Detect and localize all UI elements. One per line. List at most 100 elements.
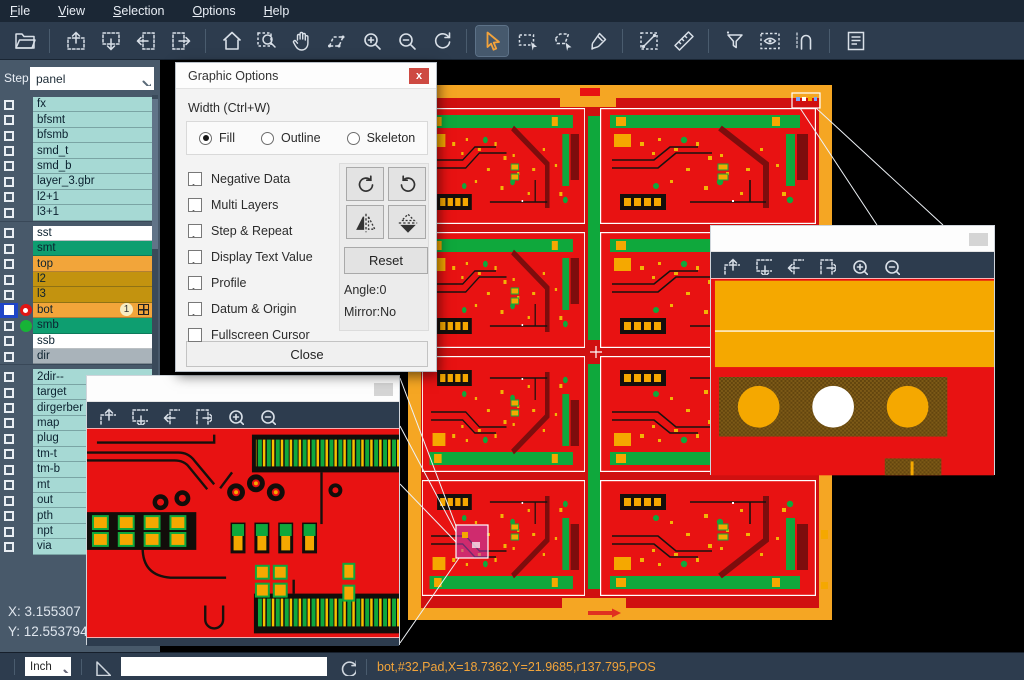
open-button[interactable] (8, 26, 40, 56)
pan-up-button[interactable] (721, 256, 740, 275)
layer-row-fx[interactable]: fx (0, 97, 152, 112)
layer-visibility-checkbox[interactable] (0, 205, 18, 220)
menu-item-help[interactable]: Help (264, 4, 290, 18)
layer-row-l3[interactable]: l3 (0, 287, 152, 302)
layer-visibility-checkbox[interactable] (0, 508, 18, 523)
layer-row-l3+1[interactable]: l3+1 (0, 205, 152, 220)
layer-visibility-checkbox[interactable] (0, 385, 18, 400)
layer-visibility-checkbox[interactable] (0, 159, 18, 174)
layer-name[interactable]: smb (33, 318, 152, 333)
zoom-out-button[interactable] (390, 26, 422, 56)
layer-name[interactable]: dir (33, 349, 152, 364)
zoom-window-pads[interactable] (710, 225, 995, 475)
pan-left-button[interactable] (785, 256, 804, 275)
pcb-zoom-view-pads[interactable] (711, 278, 994, 476)
layer-row-ssb[interactable]: ssb (0, 334, 152, 349)
pan-button[interactable] (285, 26, 317, 56)
rotate-cw-button[interactable] (346, 167, 384, 201)
select-button[interactable] (476, 26, 508, 56)
menu-item-file[interactable]: File (10, 4, 30, 18)
layer-visibility-checkbox[interactable] (0, 369, 18, 384)
pan-down-button[interactable] (129, 406, 148, 425)
window-button[interactable] (374, 383, 393, 396)
menu-item-view[interactable]: View (58, 4, 85, 18)
layer-visibility-checkbox[interactable] (0, 272, 18, 287)
layer-visibility-checkbox[interactable] (0, 478, 18, 493)
layer-row-smd_t[interactable]: smd_t (0, 143, 152, 158)
checkbox-multi-layers[interactable]: Multi Layers (188, 195, 278, 215)
layer-name[interactable]: smt (33, 241, 152, 256)
layer-visibility-checkbox[interactable] (0, 400, 18, 415)
layer-visibility-checkbox[interactable] (0, 226, 18, 241)
layer-visibility-checkbox[interactable] (0, 287, 18, 302)
unit-select[interactable]: Inch (25, 657, 71, 676)
layer-row-top[interactable]: top (0, 256, 152, 271)
layer-row-smd_b[interactable]: smd_b (0, 159, 152, 174)
layer-name[interactable]: fx (33, 97, 152, 112)
layer-name[interactable]: smd_t (33, 143, 152, 158)
layer-visibility-checkbox[interactable] (0, 174, 18, 189)
layer-visibility-checkbox[interactable] (0, 524, 18, 539)
filter-button[interactable] (718, 26, 750, 56)
layer-name[interactable]: l2 (33, 272, 152, 287)
layer-visibility-checkbox[interactable] (0, 303, 18, 318)
layer-visibility-checkbox[interactable] (0, 97, 18, 112)
pan-right-button[interactable] (193, 406, 212, 425)
layer-row-bfsmt[interactable]: bfsmt (0, 112, 152, 127)
layer-row-l2+1[interactable]: l2+1 (0, 190, 152, 205)
layer-visibility-checkbox[interactable] (0, 318, 18, 333)
layer-name[interactable]: bfsmt (33, 112, 152, 127)
layer-row-dir[interactable]: dir (0, 349, 152, 364)
report-button[interactable] (839, 26, 871, 56)
step-select[interactable]: panel (30, 67, 154, 90)
layer-row-smb[interactable]: smb (0, 318, 152, 333)
menu-item-selection[interactable]: Selection (113, 4, 164, 18)
layer-name[interactable]: smd_b (33, 159, 152, 174)
layer-name[interactable]: bfsmb (33, 128, 152, 143)
checkbox-display-text-value[interactable]: Display Text Value (188, 247, 313, 267)
layer-name[interactable]: l3+1 (33, 205, 152, 220)
checkbox-profile[interactable]: Profile (188, 273, 246, 293)
layer-visibility-checkbox[interactable] (0, 334, 18, 349)
radio-skeleton[interactable]: Skeleton (347, 131, 416, 145)
page-down-button[interactable] (94, 26, 126, 56)
corner-snap-icon[interactable] (92, 657, 111, 676)
pcb-zoom-view-traces[interactable] (87, 428, 399, 638)
layer-row-l2[interactable]: l2 (0, 272, 152, 287)
zoom-home-button[interactable] (215, 26, 247, 56)
zoom-in-button[interactable] (225, 406, 244, 425)
layer-name[interactable]: ssb (33, 334, 152, 349)
measure-button[interactable] (632, 26, 664, 56)
pan-left-button[interactable] (161, 406, 180, 425)
snap-loop-button[interactable] (788, 26, 820, 56)
radio-outline[interactable]: Outline (261, 131, 321, 145)
layer-visibility-checkbox[interactable] (0, 462, 18, 477)
select-rectangle-button[interactable] (511, 26, 543, 56)
layer-visibility-checkbox[interactable] (0, 256, 18, 271)
layer-name[interactable]: top (33, 256, 152, 271)
layer-row-bot[interactable]: bot1 (0, 303, 152, 318)
brush-button[interactable] (581, 26, 613, 56)
layer-name[interactable]: bot1 (33, 303, 152, 318)
layer-row-sst[interactable]: sst (0, 226, 152, 241)
checkbox-step-repeat[interactable]: Step & Repeat (188, 221, 292, 241)
window-button[interactable] (969, 233, 988, 246)
layer-name[interactable]: l2+1 (33, 190, 152, 205)
layer-visibility-checkbox[interactable] (0, 416, 18, 431)
layer-visibility-checkbox[interactable] (0, 493, 18, 508)
layer-name[interactable]: sst (33, 226, 152, 241)
pan-right-button[interactable] (817, 256, 836, 275)
layer-visibility-checkbox[interactable] (0, 128, 18, 143)
flip-horizontal-button[interactable] (346, 205, 384, 239)
pan-up-button[interactable] (97, 406, 116, 425)
rotate-ccw-button[interactable] (388, 167, 426, 201)
page-right-button[interactable] (164, 26, 196, 56)
layer-visibility-checkbox[interactable] (0, 143, 18, 158)
zoom-window-detail[interactable] (86, 375, 400, 645)
reset-button[interactable]: Reset (344, 247, 428, 274)
checkbox-negative-data[interactable]: Negative Data (188, 169, 290, 189)
layer-visibility-checkbox[interactable] (0, 431, 18, 446)
zoom-previous-button[interactable] (425, 26, 457, 56)
checkbox-fullscreen-cursor[interactable]: Fullscreen Cursor (188, 325, 310, 345)
flip-vertical-button[interactable] (388, 205, 426, 239)
